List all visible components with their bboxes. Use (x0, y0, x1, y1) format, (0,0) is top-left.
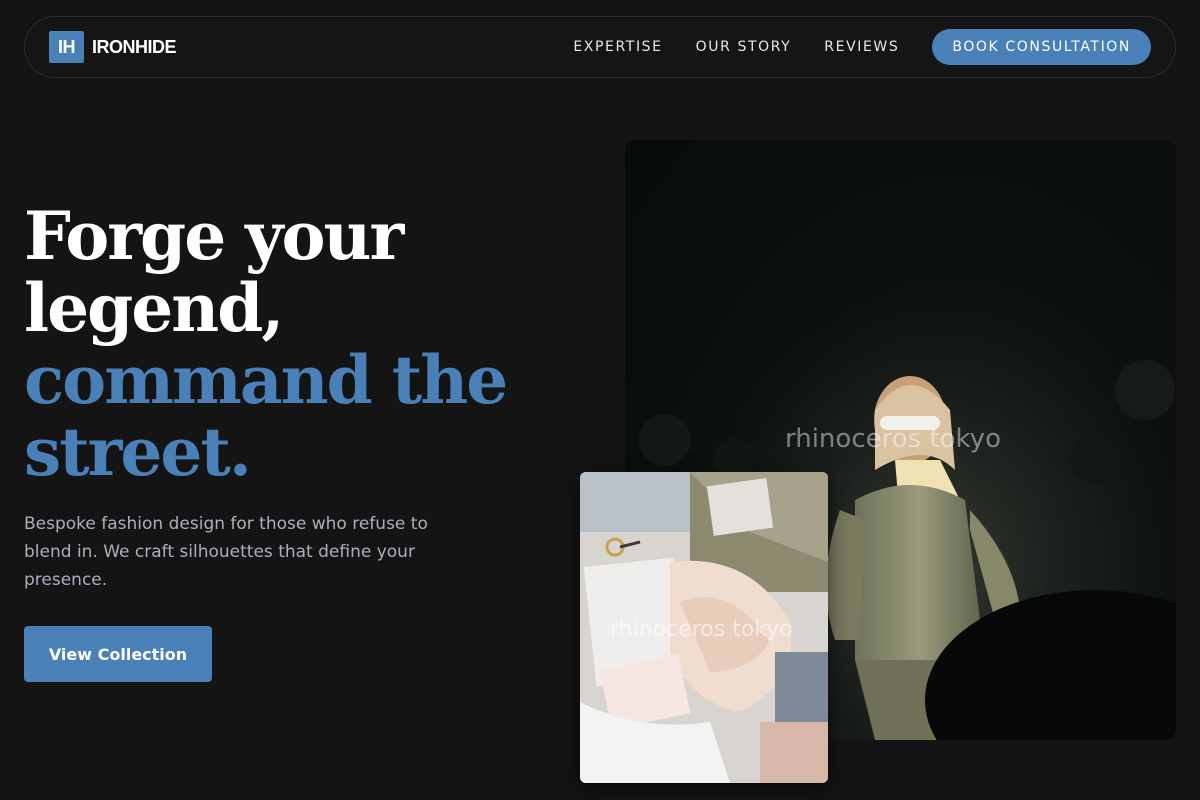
nav-link-expertise[interactable]: EXPERTISE (573, 39, 662, 55)
book-consultation-button[interactable]: BOOK CONSULTATION (932, 29, 1151, 65)
logo-mark: IH (49, 31, 84, 63)
hero-subtitle: Bespoke fashion design for those who ref… (24, 514, 428, 590)
nav-links: EXPERTISE OUR STORY REVIEWS BOOK CONSULT… (573, 29, 1151, 65)
main-image-watermark: rhinoceros tokyo (785, 424, 1001, 454)
hero-title: Forge your legend, command the street. (24, 200, 544, 488)
brand-name: IRONHIDE (92, 36, 177, 57)
fabric-photo: rhinoceros tokyo (580, 472, 828, 783)
view-collection-button[interactable]: View Collection (24, 626, 212, 682)
hero-title-accent-2: street. (24, 413, 252, 491)
hero-title-accent-1: command the (24, 341, 508, 419)
top-nav: IH IRONHIDE EXPERTISE OUR STORY REVIEWS … (24, 16, 1176, 78)
hero-title-line-2: legend, (24, 269, 284, 347)
small-image-watermark: rhinoceros tokyo (610, 617, 793, 642)
nav-link-our-story[interactable]: OUR STORY (696, 39, 792, 55)
nav-link-reviews[interactable]: REVIEWS (824, 39, 899, 55)
hero-title-line-1: Forge your (24, 197, 404, 275)
brand[interactable]: IH IRONHIDE (49, 31, 177, 63)
